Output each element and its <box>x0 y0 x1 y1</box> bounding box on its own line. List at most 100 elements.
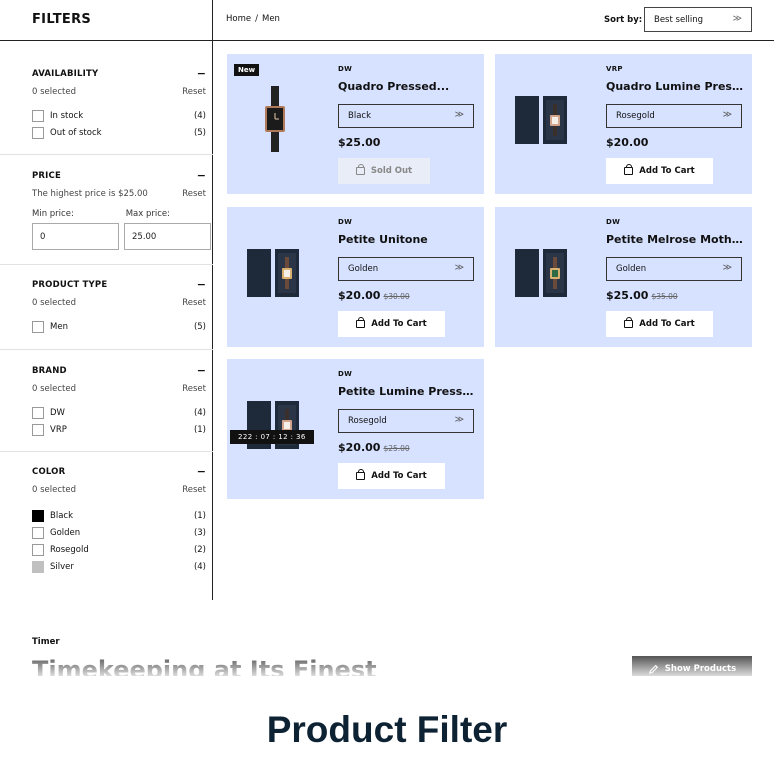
min-price-input[interactable] <box>32 223 119 250</box>
checkbox[interactable] <box>32 320 44 333</box>
shopping-bag-icon <box>356 317 366 328</box>
product-type-reset[interactable]: Reset <box>182 298 206 308</box>
option-vrp[interactable]: VRP (1) <box>32 421 206 438</box>
product-name[interactable]: Petite Melrose Mother ... <box>606 233 744 246</box>
button-label: Add To Cart <box>371 471 427 481</box>
breadcrumb-home[interactable]: Home <box>226 14 251 24</box>
product-card[interactable]: VRP Quadro Lumine Presse... Rosegold ≫ $… <box>495 54 752 194</box>
collapse-product-type-icon[interactable]: − <box>197 279 206 290</box>
color-filter: COLOR − 0 selected Reset Black (1) Golde… <box>32 465 206 575</box>
max-price-input[interactable] <box>124 223 211 250</box>
price-title: PRICE <box>32 171 61 181</box>
brand-selected: 0 selected <box>32 384 76 394</box>
option-count: (4) <box>193 407 206 418</box>
add-to-cart-button[interactable]: Add To Cart <box>606 311 713 337</box>
option-silver[interactable]: Silver (4) <box>32 558 206 575</box>
chevron-down-icon: ≫ <box>722 110 732 120</box>
shop-page: FILTERS AVAILABILITY − 0 selected Reset … <box>0 0 774 676</box>
option-count: (2) <box>193 544 206 555</box>
breadcrumb-separator: / <box>255 14 258 24</box>
product-name[interactable]: Petite Lumine Pressed... <box>338 385 476 398</box>
product-brand: DW <box>606 218 621 226</box>
availability-filter: AVAILABILITY − 0 selected Reset In stock… <box>32 67 206 141</box>
chevron-down-icon: ≫ <box>732 14 742 24</box>
product-card[interactable]: New DW Quadro Pressed... Black ≫ $25.00 … <box>227 54 484 194</box>
collapse-color-icon[interactable]: − <box>197 466 206 477</box>
divider <box>0 264 213 265</box>
sort-select[interactable]: Best selling ≫ <box>644 7 752 32</box>
product-name[interactable]: Quadro Pressed... <box>338 80 476 93</box>
current-price: $20.00 <box>606 136 649 149</box>
variant-select[interactable]: Rosegold ≫ <box>338 409 474 433</box>
collapse-availability-icon[interactable]: − <box>197 68 206 79</box>
chevron-down-icon: ≫ <box>454 415 464 425</box>
option-count: (5) <box>193 127 206 138</box>
option-label: Men <box>50 321 68 332</box>
button-label: Show Products <box>664 664 737 674</box>
breadcrumb-current: Men <box>261 14 280 24</box>
collapse-price-icon[interactable]: − <box>197 170 206 181</box>
option-in-stock[interactable]: In stock (4) <box>32 107 206 124</box>
checkbox[interactable] <box>32 109 44 122</box>
option-dw[interactable]: DW (4) <box>32 404 206 421</box>
option-black[interactable]: Black (1) <box>32 507 206 524</box>
product-card[interactable]: DW Petite Unitone Golden ≫ $20.00 $30.00 … <box>227 207 484 347</box>
option-label: Silver <box>50 561 74 572</box>
variant-value: Black <box>348 111 371 121</box>
availability-reset[interactable]: Reset <box>182 87 206 97</box>
variant-value: Rosegold <box>616 111 655 121</box>
product-card[interactable]: 222 : 07 : 12 : 36 DW Petite Lumine Pres… <box>227 359 484 499</box>
sort-label: Sort by: <box>604 15 643 25</box>
option-rosegold[interactable]: Rosegold (2) <box>32 541 206 558</box>
color-swatch-rosegold[interactable] <box>32 543 44 556</box>
checkbox[interactable] <box>32 423 44 436</box>
product-card[interactable]: DW Petite Melrose Mother ... Golden ≫ $2… <box>495 207 752 347</box>
max-price-label: Max price: <box>125 209 170 219</box>
chevron-down-icon: ≫ <box>454 263 464 273</box>
current-price: $20.00 <box>338 441 381 454</box>
countdown-timer: 222 : 07 : 12 : 36 <box>230 430 314 444</box>
product-name[interactable]: Petite Unitone <box>338 233 476 246</box>
product-type-selected: 0 selected <box>32 298 76 308</box>
checkbox[interactable] <box>32 126 44 139</box>
variant-select[interactable]: Golden ≫ <box>338 257 474 281</box>
color-swatch-golden[interactable] <box>32 526 44 539</box>
color-swatch-silver[interactable] <box>32 560 44 573</box>
add-to-cart-button[interactable]: Add To Cart <box>338 311 445 337</box>
variant-select[interactable]: Rosegold ≫ <box>606 104 742 128</box>
option-men[interactable]: Men (5) <box>32 318 206 335</box>
watch-image <box>265 86 285 152</box>
option-count: (5) <box>193 321 206 332</box>
compare-price: $30.00 <box>383 292 410 301</box>
variant-select[interactable]: Black ≫ <box>338 104 474 128</box>
variant-select[interactable]: Golden ≫ <box>606 257 742 281</box>
shopping-bag-icon <box>355 164 365 175</box>
compare-price: $25.00 <box>383 444 410 453</box>
new-badge: New <box>234 64 260 76</box>
caption-banner: Product Filter <box>0 676 774 784</box>
collapse-brand-icon[interactable]: − <box>197 365 206 376</box>
product-price: $20.00 $30.00 <box>338 289 410 302</box>
price-reset[interactable]: Reset <box>182 189 206 199</box>
add-to-cart-button[interactable]: Add To Cart <box>606 158 713 184</box>
chevron-down-icon: ≫ <box>722 263 732 273</box>
brand-title: BRAND <box>32 366 67 376</box>
watch-box-image <box>515 96 567 144</box>
product-type-title: PRODUCT TYPE <box>32 280 108 290</box>
product-name[interactable]: Quadro Lumine Presse... <box>606 80 744 93</box>
watch-box-image <box>515 249 567 297</box>
divider <box>0 349 213 350</box>
show-products-button[interactable]: Show Products <box>632 656 752 676</box>
option-golden[interactable]: Golden (3) <box>32 524 206 541</box>
option-label: Rosegold <box>50 544 89 555</box>
color-reset[interactable]: Reset <box>182 485 206 495</box>
brand-reset[interactable]: Reset <box>182 384 206 394</box>
sold-out-button[interactable]: Sold Out <box>338 158 430 184</box>
add-to-cart-button[interactable]: Add To Cart <box>338 463 445 489</box>
availability-title: AVAILABILITY <box>32 69 99 79</box>
color-title: COLOR <box>32 467 66 477</box>
checkbox[interactable] <box>32 406 44 419</box>
color-swatch-black[interactable] <box>32 509 44 522</box>
current-price: $25.00 <box>606 289 649 302</box>
option-out-of-stock[interactable]: Out of stock (5) <box>32 124 206 141</box>
